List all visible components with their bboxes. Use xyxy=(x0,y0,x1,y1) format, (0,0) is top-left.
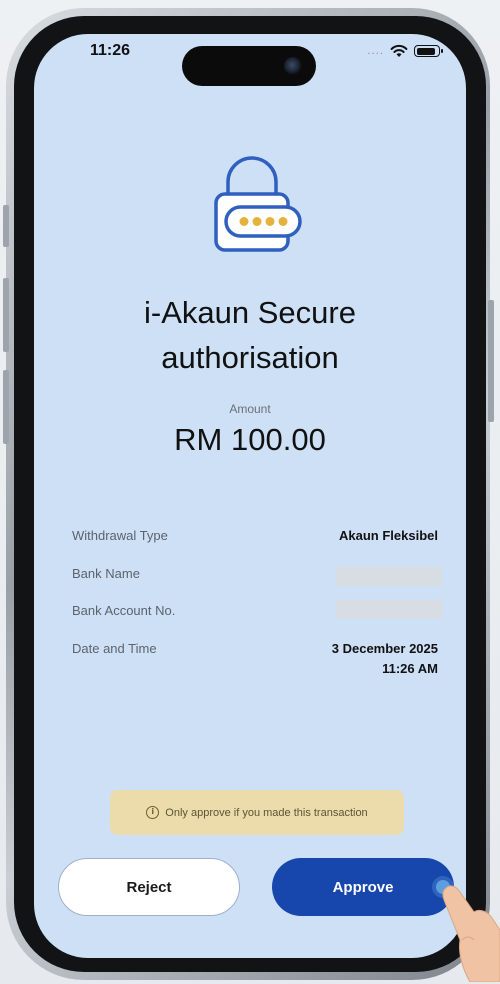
bank-account-label: Bank Account No. xyxy=(72,603,176,618)
approve-button[interactable]: Approve xyxy=(272,858,454,916)
camera-icon xyxy=(284,57,302,75)
amount-label: Amount xyxy=(229,402,271,416)
power-button xyxy=(488,300,494,422)
page-title: i-Akaun Secure authorisation xyxy=(144,295,356,375)
withdrawal-type-value: Akaun Fleksibel xyxy=(339,528,438,543)
status-bar: 11:26 .... xyxy=(34,34,466,94)
status-time: 11:26 xyxy=(90,42,131,59)
notice-text: Only approve if you made this transactio… xyxy=(165,806,368,819)
time-value: 11:26 AM xyxy=(382,661,438,676)
volume-up-button xyxy=(3,278,9,352)
approval-notice: i Only approve if you made this transact… xyxy=(110,790,404,835)
bank-name-redacted xyxy=(336,567,442,586)
battery-icon xyxy=(414,45,443,57)
reject-button[interactable]: Reject xyxy=(58,858,240,916)
info-icon: i xyxy=(146,806,160,819)
phone-screen: 11:26 .... i-Akaun Secure authorisation … xyxy=(34,34,466,958)
withdrawal-type-label: Withdrawal Type xyxy=(72,528,168,543)
date-time-label: Date and Time xyxy=(72,641,157,656)
status-indicators: .... xyxy=(367,44,443,58)
date-time-value: 3 December 2025 11:26 AM xyxy=(332,639,438,679)
padlock-password-icon xyxy=(214,156,302,252)
action-button xyxy=(3,205,9,247)
pointing-hand-icon xyxy=(442,885,500,982)
date-value: 3 December 2025 xyxy=(331,641,438,656)
bank-account-redacted xyxy=(336,600,442,619)
amount-value: RM 100.00 xyxy=(174,422,326,457)
signal-icon: .... xyxy=(367,45,384,57)
dynamic-island xyxy=(182,46,316,86)
bank-name-label: Bank Name xyxy=(72,566,140,581)
volume-down-button xyxy=(3,370,9,444)
wifi-icon xyxy=(390,44,408,57)
